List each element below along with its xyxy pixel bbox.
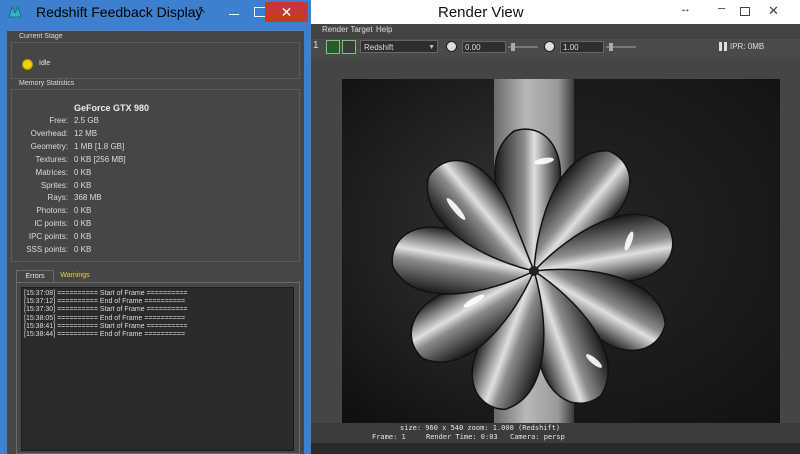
memory-stat-label: Photons: xyxy=(36,206,68,216)
status-size-zoom: size: 960 x 540 zoom: 1.000 xyxy=(400,424,514,432)
log-line: [15:38:41] ========== Start of Frame ===… xyxy=(24,322,188,330)
memory-stat-row: Photons: 0 KB xyxy=(12,206,212,218)
log-textarea[interactable]: [15:37:08] ========== Start of Frame ===… xyxy=(21,287,294,451)
cursor-icon: ↖ xyxy=(198,5,207,16)
memory-stat-row: Geometry: 1 MB [1.8 GB] xyxy=(12,142,212,154)
gamma-icon xyxy=(544,41,555,52)
render-image xyxy=(342,79,780,423)
renderer-select-value: Redshift xyxy=(364,43,394,52)
window-title: Redshift Feedback Display xyxy=(36,4,203,20)
gamma-field[interactable]: 1.00 xyxy=(560,41,604,53)
exposure-icon xyxy=(446,41,457,52)
ipr-memory: IPR: 0MB xyxy=(730,42,765,51)
memory-stat-label: Textures: xyxy=(35,154,68,164)
memory-stat-row: IPC points: 0 KB xyxy=(12,232,212,244)
status-frame: Frame: 1 xyxy=(372,433,406,441)
memory-stat-value: 368 MB xyxy=(74,193,102,203)
chevron-down-icon: ▼ xyxy=(428,44,435,51)
memory-stat-label: IPC points: xyxy=(28,232,68,242)
toolbar-edge-glyph: 1 xyxy=(313,40,319,51)
gamma-slider-knob[interactable] xyxy=(609,43,613,51)
minimize-icon[interactable]: – xyxy=(718,0,725,15)
render-region-icon[interactable] xyxy=(326,40,340,54)
renderer-select[interactable]: Redshift ▼ xyxy=(360,40,438,53)
memory-stat-row: Textures: 0 KB [256 MB] xyxy=(12,155,212,167)
memory-stat-value: 1 MB [1.8 GB] xyxy=(74,141,125,151)
stage-status: Idle xyxy=(39,60,51,67)
memory-stat-row: Rays: 368 MB xyxy=(12,193,212,205)
memory-stat-label: Geometry: xyxy=(30,141,68,151)
memory-stat-value: 0 KB xyxy=(74,232,92,242)
memory-stat-label: SSS points: xyxy=(26,245,68,254)
errors-panel: [15:37:08] ========== Start of Frame ===… xyxy=(16,282,300,454)
maya-app-icon xyxy=(8,5,22,18)
log-line: [15:37:30] ========== Start of Frame ===… xyxy=(24,306,188,314)
status-renderer: (Redshift) xyxy=(518,424,561,432)
memory-stat-row: Free: 2.5 GB xyxy=(12,116,212,128)
current-stage-group: Current Stage Idle xyxy=(11,33,300,79)
exposure-slider-knob[interactable] xyxy=(511,43,515,51)
memory-stat-value: 2.5 GB xyxy=(74,116,99,125)
close-icon[interactable]: ✕ xyxy=(768,3,779,19)
pause-icon[interactable] xyxy=(719,42,722,51)
maximize-icon[interactable] xyxy=(740,7,750,16)
status-render-time: Render Time: 0:03 xyxy=(426,433,498,441)
close-icon: ✕ xyxy=(280,4,293,20)
log-line: [15:38:44] ========== End of Frame =====… xyxy=(24,331,186,338)
gamma-slider[interactable] xyxy=(606,43,636,51)
rendered-flower-image xyxy=(342,79,780,423)
render-view-title: Render View xyxy=(438,4,524,21)
gpu-name: GeForce GTX 980 xyxy=(74,103,150,113)
memory-stat-row: IC points: 0 KB xyxy=(12,219,212,231)
memory-stat-label: Rays: xyxy=(47,193,68,203)
log-line: [15:37:08] ========== Start of Frame ===… xyxy=(24,290,188,297)
memory-stat-value: 12 MB xyxy=(74,128,98,138)
menu-help[interactable]: Help xyxy=(376,25,392,34)
redshift-feedback-window: Redshift Feedback Display ↖ ✕ Current St… xyxy=(0,0,311,454)
minimize-icon xyxy=(229,14,239,15)
memory-stat-label: Matrices: xyxy=(35,167,68,177)
memory-stat-row: Sprites: 0 KB xyxy=(12,181,212,193)
status-indicator-icon xyxy=(22,59,33,70)
memory-stat-value: 0 KB xyxy=(74,219,92,229)
memory-stat-label: Sprites: xyxy=(40,180,68,190)
memory-stat-value: 0 KB xyxy=(74,206,92,216)
memory-stat-row: Matrices: 0 KB xyxy=(12,168,212,180)
menu-render-target[interactable]: Render Target xyxy=(322,25,373,34)
memory-stat-row: Overhead: 12 MB xyxy=(12,129,212,141)
pause-icon-bar xyxy=(724,42,727,51)
memory-stat-label: Free: xyxy=(49,116,68,125)
minimize-button[interactable] xyxy=(222,2,246,22)
log-line: [15:38:05] ========== End of Frame =====… xyxy=(24,314,186,322)
memory-stat-label: Overhead: xyxy=(30,128,68,138)
memory-stat-value: 0 KB xyxy=(74,245,92,254)
feedback-body: Current Stage Idle Memory Statistics GeF… xyxy=(7,31,304,454)
status-camera: Camera: persp xyxy=(510,433,565,441)
exposure-field[interactable]: 0.00 xyxy=(462,41,506,53)
tab-warnings[interactable]: Warnings xyxy=(52,270,98,282)
memory-stat-row: SSS points: 0 KB xyxy=(12,245,212,257)
resize-arrows-icon[interactable]: ↔ xyxy=(680,3,691,15)
exposure-slider[interactable] xyxy=(508,43,538,51)
memory-stat-value: 0 KB xyxy=(74,180,92,190)
memory-stat-label: IC points: xyxy=(34,219,68,229)
current-stage-heading: Current Stage xyxy=(18,33,64,40)
close-button[interactable]: ✕ xyxy=(265,2,308,22)
memory-stat-value: 0 KB [256 MB] xyxy=(74,154,126,164)
memory-statistics-heading: Memory Statistics xyxy=(18,80,76,87)
memory-stat-value: 0 KB xyxy=(74,167,92,177)
memory-statistics-group: Memory Statistics GeForce GTX 980 Free: 2… xyxy=(11,80,300,262)
log-line: [15:37:12] ========== End of Frame =====… xyxy=(24,298,186,306)
snapshot-icon[interactable] xyxy=(342,40,356,54)
